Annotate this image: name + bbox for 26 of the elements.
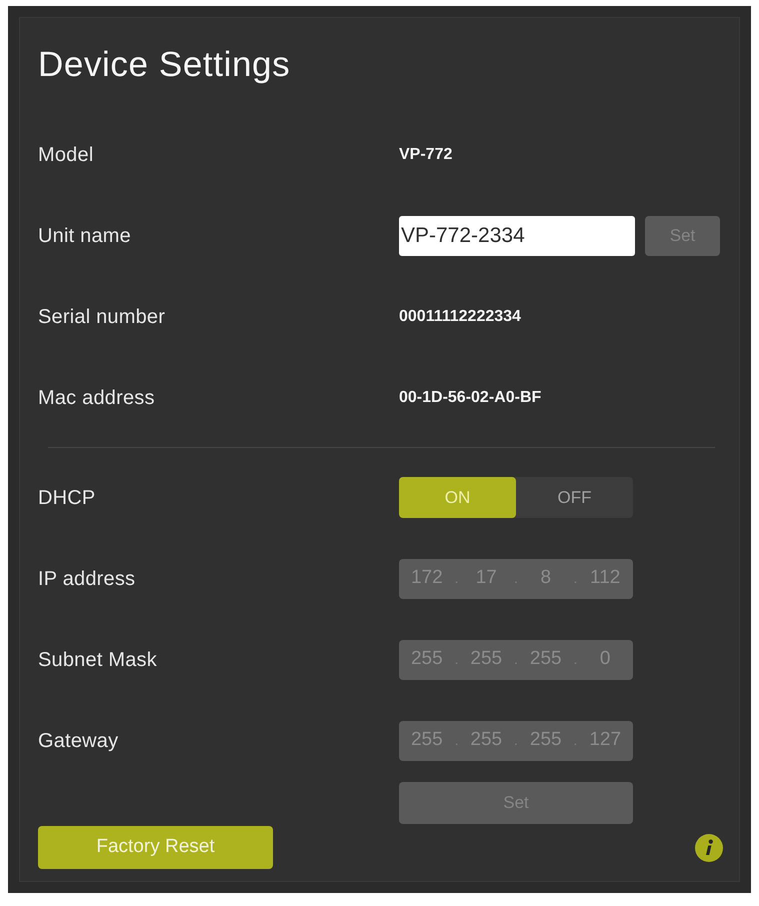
octet-separator: . bbox=[454, 731, 458, 750]
field-label: Model bbox=[38, 142, 94, 168]
octet-separator: . bbox=[514, 569, 518, 588]
field-label: IP address bbox=[38, 566, 136, 592]
octet-separator: . bbox=[454, 569, 458, 588]
octet-separator: . bbox=[574, 569, 578, 588]
page-title: Device Settings bbox=[38, 47, 292, 83]
field-value: 00011112222334 bbox=[399, 306, 521, 326]
toggle-option[interactable]: ON bbox=[399, 477, 516, 518]
field-value: 00-1D-56-02-A0-BF bbox=[399, 388, 542, 408]
unit-name-input[interactable]: VP-772-2334 bbox=[399, 216, 635, 256]
field-label: Serial number bbox=[38, 304, 166, 330]
octet-separator: . bbox=[454, 650, 458, 669]
octet-separator: . bbox=[514, 650, 518, 669]
toggle-option[interactable]: OFF bbox=[516, 477, 633, 518]
octet-separator: . bbox=[574, 731, 578, 750]
octet-separator: . bbox=[514, 731, 518, 750]
field-label: Gateway bbox=[38, 728, 118, 754]
field-label: Subnet Mask bbox=[38, 648, 157, 672]
info-icon[interactable] bbox=[695, 834, 723, 862]
field-label: Mac address bbox=[38, 386, 155, 410]
field-label: Unit name bbox=[38, 224, 131, 248]
octet-separator: . bbox=[574, 650, 578, 669]
field-label: DHCP bbox=[38, 486, 96, 510]
field-value: VP-772 bbox=[399, 144, 452, 164]
factory-reset-button[interactable]: Factory Reset bbox=[38, 826, 273, 869]
